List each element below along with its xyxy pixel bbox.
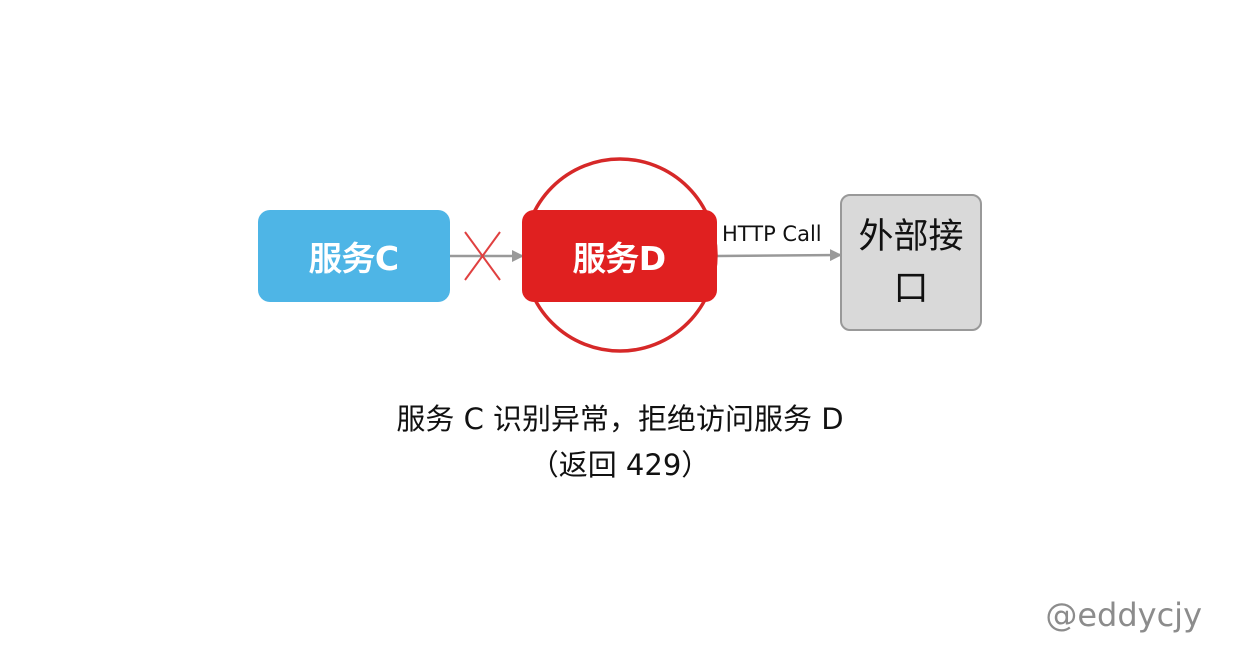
diagram-connectors bbox=[450, 157, 842, 353]
external-api-label: 外部接口 bbox=[858, 216, 964, 309]
service-c-node: 服务C bbox=[258, 210, 450, 302]
watermark: @eddycjy bbox=[1045, 596, 1202, 634]
caption: 服务 C 识别异常，拒绝访问服务 D （返回 429） bbox=[320, 396, 920, 488]
diagram-canvas: 服务C 服务D 外部接口 HTTP Call 服务 C 识别异常，拒绝访问服务 … bbox=[0, 0, 1240, 658]
external-api-node: 外部接口 bbox=[840, 194, 982, 331]
http-call-label: HTTP Call bbox=[722, 222, 822, 246]
arrow-d-to-external bbox=[716, 249, 842, 262]
service-c-label: 服务C bbox=[308, 239, 400, 278]
caption-line-2: （返回 429） bbox=[529, 448, 711, 482]
service-d-label: 服务D bbox=[572, 239, 667, 278]
caption-line-1: 服务 C 识别异常，拒绝访问服务 D bbox=[396, 402, 844, 436]
service-d-node: 服务D bbox=[522, 210, 717, 302]
